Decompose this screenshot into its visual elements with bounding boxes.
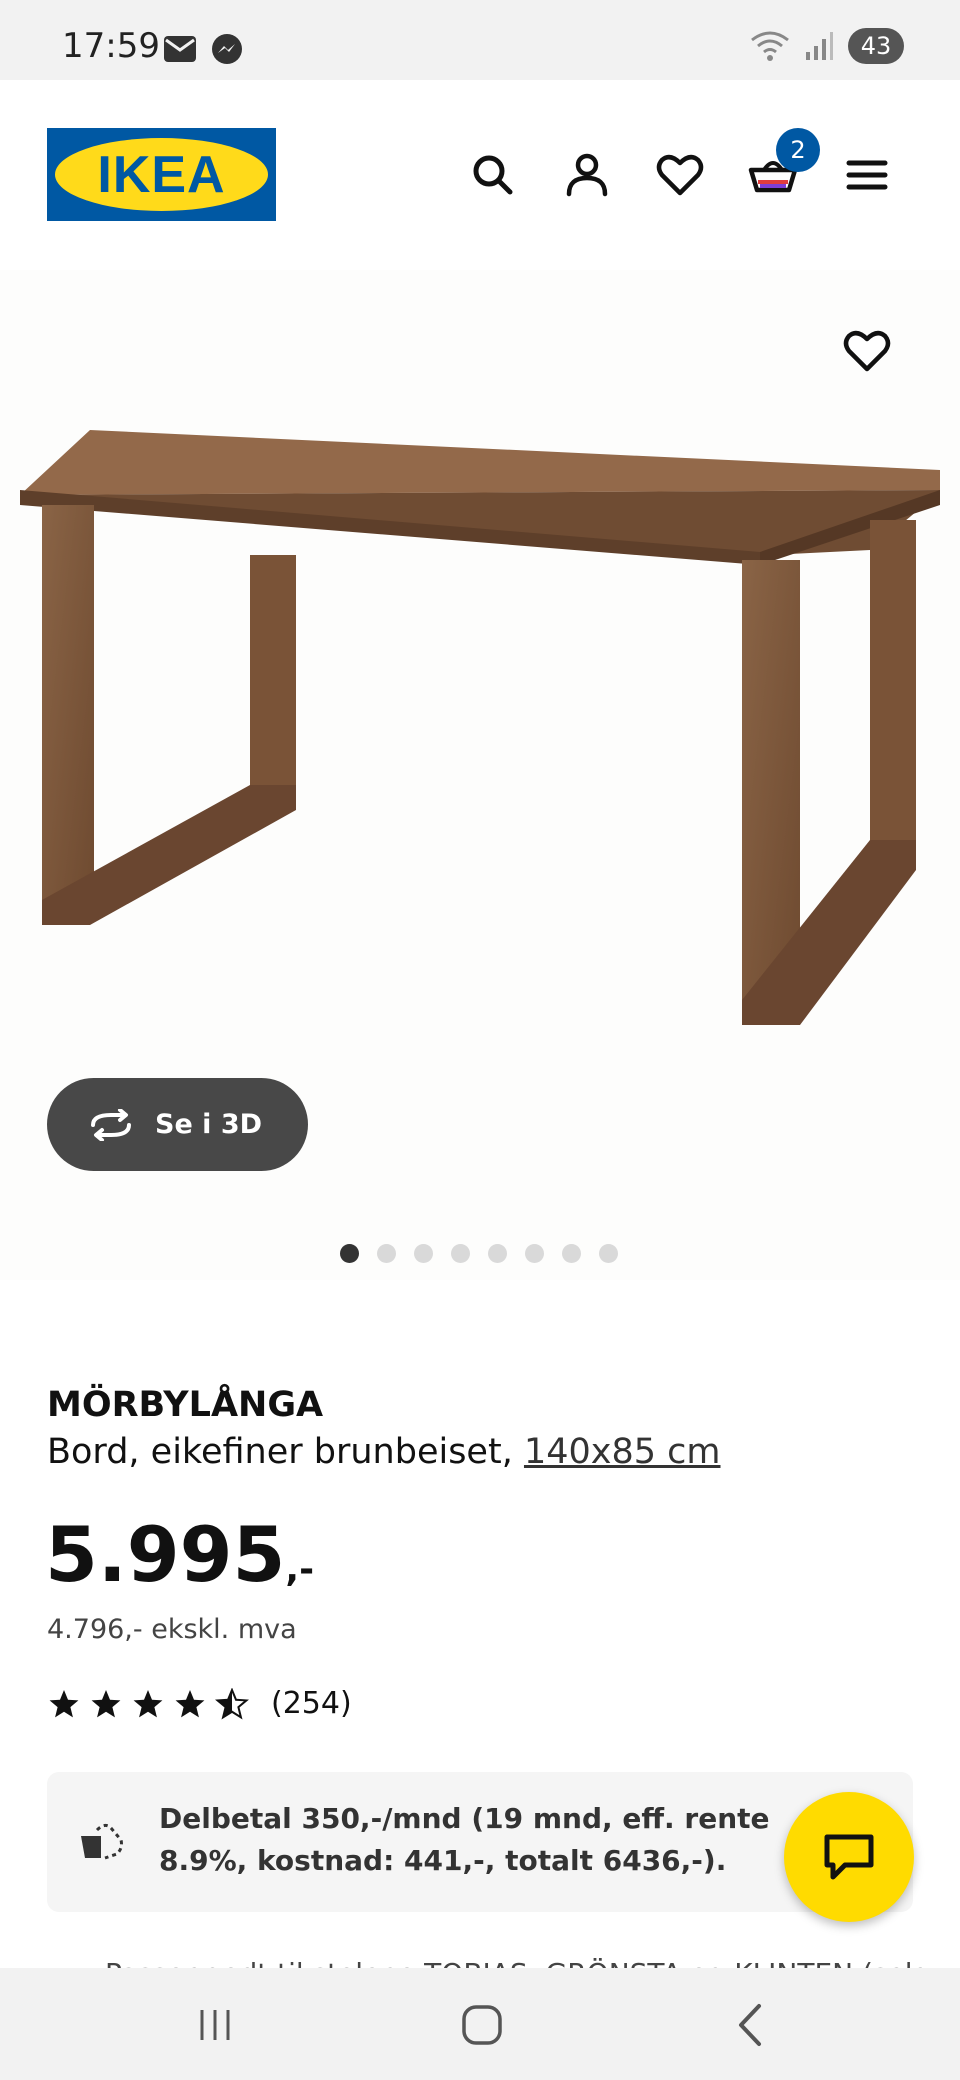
price-value: 5.995 (45, 1510, 286, 1599)
battery-indicator: 43 (848, 28, 904, 64)
installment-payment-icon (81, 1823, 123, 1860)
gallery-dot[interactable] (562, 1244, 581, 1263)
view-in-3d-label: Se i 3D (155, 1109, 263, 1140)
chat-icon (824, 1834, 874, 1880)
gallery-dot[interactable] (525, 1244, 544, 1263)
system-navigation-bar (0, 1968, 960, 2080)
star-full-icon (175, 1689, 205, 1717)
gallery-pagination (340, 1244, 618, 1263)
status-bar: 17:59 43 (0, 0, 960, 80)
gallery-dot[interactable] (451, 1244, 470, 1263)
back-icon[interactable] (725, 1998, 779, 2052)
gallery-dot[interactable] (377, 1244, 396, 1263)
star-full-icon (91, 1689, 121, 1717)
logo-wordmark: IKEA (97, 145, 226, 204)
star-half-icon (215, 1687, 249, 1719)
cart-count-badge: 2 (776, 128, 820, 172)
review-count: (254) (271, 1686, 352, 1721)
star-full-icon (49, 1689, 79, 1717)
product-image-table (20, 430, 940, 1025)
financing-info-box: Delbetal 350,-/mnd (19 mnd, eff. rente 8… (47, 1772, 913, 1912)
product-name: MÖRBYLÅNGA (47, 1385, 324, 1425)
product-price: 5.995,- (45, 1510, 314, 1599)
view-in-3d-button[interactable]: Se i 3D (47, 1078, 308, 1171)
financing-text: Delbetal 350,-/mnd (19 mnd, eff. rente 8… (159, 1802, 770, 1877)
account-icon[interactable] (560, 148, 614, 202)
home-icon[interactable] (455, 1998, 509, 2052)
ikea-logo[interactable]: IKEA (47, 128, 276, 221)
status-notifications (163, 33, 243, 65)
price-excluding-vat: 4.796,- ekskl. mva (47, 1614, 297, 1645)
wifi-icon (751, 31, 789, 61)
product-type: Bord, eikefiner brunbeiset, (47, 1432, 513, 1472)
image-favorite-heart-icon[interactable] (840, 324, 894, 378)
product-description: Bord, eikefiner brunbeiset, 140x85 cm (47, 1432, 721, 1472)
status-system: 43 (750, 28, 904, 64)
star-full-icon (133, 1689, 163, 1717)
menu-icon[interactable] (840, 148, 894, 202)
rotate-3d-icon (91, 1108, 131, 1141)
product-rating[interactable]: (254) (47, 1686, 352, 1721)
messenger-icon (212, 34, 242, 64)
gallery-dot[interactable] (488, 1244, 507, 1263)
gallery-dot[interactable] (414, 1244, 433, 1263)
cart-count: 2 (790, 136, 806, 164)
price-suffix: ,- (285, 1549, 315, 1590)
product-size-link[interactable]: 140x85 cm (524, 1432, 721, 1472)
chat-button[interactable] (784, 1792, 914, 1922)
search-icon[interactable] (466, 148, 520, 202)
signal-icon (806, 32, 833, 60)
battery-level: 43 (860, 32, 892, 60)
wishlist-heart-icon[interactable] (653, 148, 707, 202)
mail-icon (164, 36, 196, 62)
gallery-dot[interactable] (599, 1244, 618, 1263)
site-header: IKEA 2 (0, 80, 960, 270)
status-time: 17:59 (62, 26, 160, 66)
gallery-dot[interactable] (340, 1244, 359, 1263)
recent-apps-icon[interactable] (188, 1998, 242, 2052)
product-compatibility-text: Passer godt til stolene TOBIAS, GRÖNSTA … (105, 1952, 925, 1968)
